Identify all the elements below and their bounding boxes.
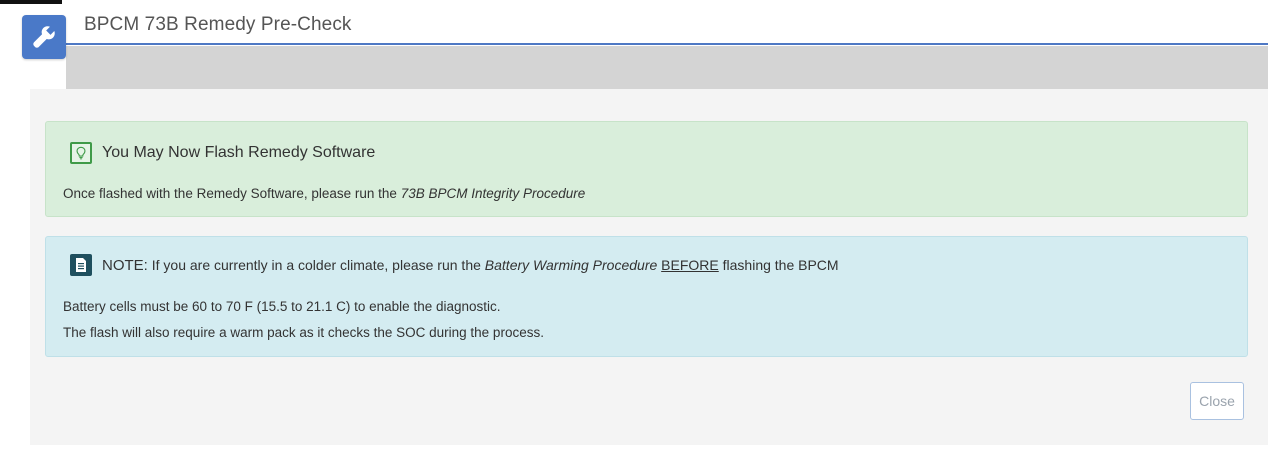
- note-prefix: If you are currently in a colder climate…: [147, 256, 485, 273]
- note-label: NOTE:: [102, 256, 148, 274]
- battery-warming-procedure-link[interactable]: Battery Warming Procedure: [485, 257, 657, 273]
- title-underline: [66, 43, 1268, 45]
- integrity-procedure-link[interactable]: 73B BPCM Integrity Procedure: [401, 186, 586, 201]
- success-alert-text-prefix: Once flashed with the Remedy Software, p…: [63, 186, 401, 201]
- success-alert-heading: You May Now Flash Remedy Software: [102, 144, 376, 161]
- info-alert: NOTE: If you are currently in a colder c…: [45, 236, 1248, 357]
- battery-temp-text: Battery cells must be 60 to 70 F (15.5 t…: [63, 299, 501, 314]
- info-alert-header: NOTE: If you are currently in a colder c…: [70, 254, 839, 276]
- toolbar: [66, 46, 1268, 90]
- success-alert-header: You May Now Flash Remedy Software: [70, 142, 375, 164]
- wrench-icon: [22, 15, 66, 59]
- lightbulb-icon: [70, 142, 92, 164]
- close-button[interactable]: Close: [1190, 382, 1244, 420]
- dialog-body: You May Now Flash Remedy Software Once f…: [30, 89, 1268, 445]
- warm-pack-text: The flash will also require a warm pack …: [63, 325, 544, 340]
- success-alert-text: Once flashed with the Remedy Software, p…: [63, 186, 585, 201]
- dialog-title: BPCM 73B Remedy Pre-Check: [84, 14, 352, 35]
- document-icon: [70, 254, 92, 276]
- note-suffix: flashing the BPCM: [718, 256, 839, 273]
- dialog-header: BPCM 73B Remedy Pre-Check: [22, 0, 1268, 92]
- note-text: NOTE: If you are currently in a colder c…: [102, 257, 839, 274]
- before-link[interactable]: BEFORE: [661, 257, 719, 273]
- success-alert: You May Now Flash Remedy Software Once f…: [45, 121, 1248, 217]
